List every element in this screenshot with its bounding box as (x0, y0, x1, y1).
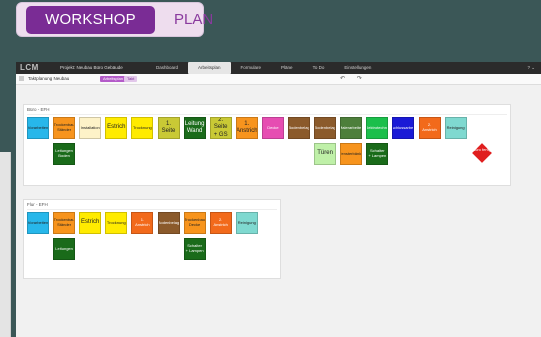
task-card[interactable]: Leitungen Boden (53, 143, 76, 165)
task-card[interactable]: Reinigung (235, 212, 258, 234)
breadcrumb: Taktplanung Neubau (28, 76, 70, 81)
task-card[interactable]: 1. Seite (157, 117, 180, 139)
main-nav: Dashboard Arbeitsplan Formulare Pläne To Do E… (146, 62, 381, 74)
task-card[interactable]: Reinigung (444, 117, 467, 139)
task-card[interactable]: Schalter + Lampen (183, 238, 206, 260)
task-card[interactable]: Trocknung (131, 117, 154, 139)
panel-divider (27, 114, 507, 115)
plan-label: PLAN (174, 11, 214, 28)
app-logo: LCM (20, 63, 39, 72)
task-card[interactable]: Estrich (79, 212, 102, 234)
board-toolbar: Taktplanung Neubau Arbeitsplan Takt ↶ ↷ (16, 74, 541, 85)
nav-item[interactable]: Dashboard (146, 62, 188, 74)
workshop-label: WORKSHOP (26, 6, 155, 34)
task-card[interactable]: 2. Anstrich (209, 212, 232, 234)
task-card[interactable]: 1. Anstrich (131, 212, 154, 234)
panel-buero: Büro - EFH Vorarbeiten Trockenbau Ständer… (23, 104, 511, 186)
workshop-plan-badge: WORKSHOP PLAN (16, 2, 213, 37)
help-menu[interactable]: ? ⌄ (527, 65, 535, 71)
takt-tag[interactable]: Takt (124, 76, 138, 82)
task-card[interactable]: Abschlussarbeiten (392, 117, 415, 139)
task-card[interactable]: Elektrotechnik (366, 117, 389, 139)
nav-item[interactable]: Arbeitsplan (188, 62, 231, 74)
task-card[interactable]: Malerarbeiten (340, 117, 363, 139)
task-card[interactable]: Vorarbeiten (27, 117, 49, 139)
left-scroll-strip[interactable] (0, 152, 11, 337)
task-card[interactable]: Trockenbau Ständer (53, 117, 76, 139)
panel-title: Büro - EFH (27, 107, 50, 112)
task-card[interactable]: Trocknung (105, 212, 128, 234)
task-card[interactable]: Installation (79, 117, 102, 139)
nav-item[interactable]: Formulare (231, 62, 272, 74)
undo-redo-icons[interactable]: ↶ ↷ (340, 75, 367, 82)
panel-divider (27, 209, 277, 210)
task-card[interactable]: Vorarbeiten (27, 212, 49, 234)
task-card[interactable]: Trockenbau Decke (183, 212, 206, 234)
app-top-bar: LCM Projekt: Neubau Büro Gebäude Dashboa… (16, 62, 541, 74)
task-card[interactable]: Fensterbänke (340, 143, 363, 165)
task-card[interactable]: Trockenbau Ständer (53, 212, 76, 234)
menu-icon[interactable] (19, 76, 24, 81)
task-card[interactable]: 2. Seite + GS (209, 117, 232, 139)
task-card[interactable]: 1. Anstrich (235, 117, 258, 139)
task-card[interactable]: Bodenbelag (288, 117, 310, 139)
panel-flur: Flur - EFH Vorarbeiten Trockenbau Ständer… (23, 199, 281, 279)
milestone-label: Büro fertig (472, 147, 491, 152)
task-card[interactable]: Bodenbelag (157, 212, 180, 234)
task-card[interactable]: Bodenbelag (314, 117, 337, 139)
task-card[interactable]: 2. Anstrich (418, 117, 441, 139)
task-card[interactable]: Decke (261, 117, 284, 139)
nav-item[interactable]: To Do (303, 62, 335, 74)
task-card[interactable]: Schalter + Lampen (366, 143, 389, 165)
task-card[interactable]: Estrich (105, 117, 128, 139)
task-card[interactable]: Leitung Wand (183, 117, 206, 139)
nav-item[interactable]: Einstellungen (334, 62, 381, 74)
task-card[interactable]: Türen (314, 143, 337, 165)
panel-title: Flur - EFH (27, 202, 48, 207)
task-card[interactable]: Leitungen (53, 238, 76, 260)
project-title[interactable]: Projekt: Neubau Büro Gebäude (60, 65, 123, 70)
nav-item[interactable]: Pläne (271, 62, 303, 74)
board-canvas: Büro - EFH Vorarbeiten Trockenbau Ständer… (16, 85, 541, 337)
plan-tag[interactable]: Arbeitsplan (100, 76, 127, 82)
